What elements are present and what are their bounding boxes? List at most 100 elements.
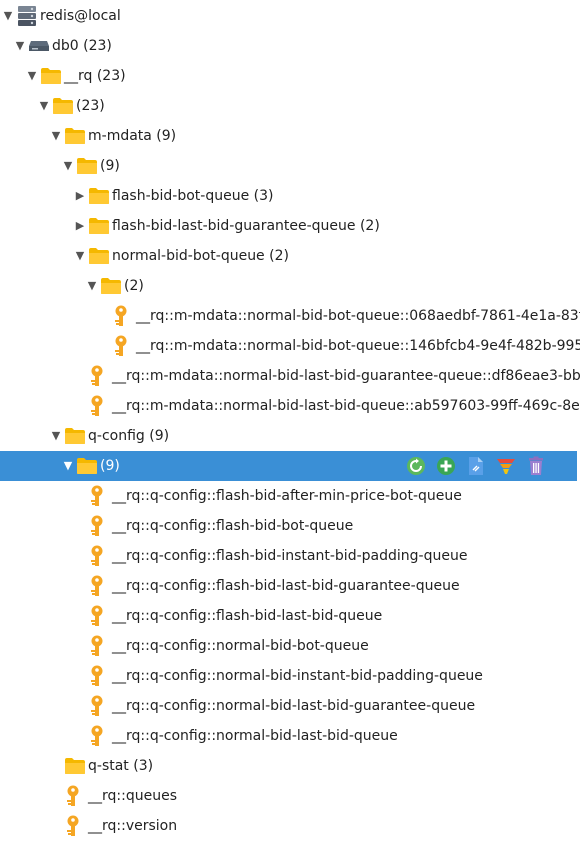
key-icon xyxy=(64,781,82,811)
key-icon xyxy=(88,691,106,721)
folder-icon xyxy=(100,271,122,301)
folder-icon xyxy=(76,451,98,481)
key-icon xyxy=(88,721,106,751)
expand-arrow-down-icon[interactable]: ▼ xyxy=(2,10,14,22)
folder-icon xyxy=(64,121,86,151)
redis-key-tree[interactable]: ▼ redis@local ▼ db0 (23) ▼ __rq (23) ▼ (23) ▼ m-m… xyxy=(0,0,580,845)
tree-key-row[interactable]: __rq::m-mdata::normal-bid-last-bid-queue… xyxy=(0,391,580,421)
tree-folder-row[interactable]: ▼ __rq (23) xyxy=(0,61,580,91)
tree-folder-row[interactable]: ▼ m-mdata (9) xyxy=(0,121,580,151)
key-icon xyxy=(64,811,82,841)
filter-icon[interactable] xyxy=(495,455,517,477)
tree-key-row[interactable]: __rq::q-config::flash-bid-last-bid-guara… xyxy=(0,571,580,601)
key-icon xyxy=(88,391,106,421)
tree-node-label: __rq::queues xyxy=(88,788,177,804)
tree-folder-row[interactable]: ▼ (23) xyxy=(0,91,580,121)
tree-folder-row[interactable]: ▼ redis@local xyxy=(0,1,580,31)
expand-arrow-down-icon[interactable]: ▼ xyxy=(86,280,98,292)
reload-icon[interactable] xyxy=(405,455,427,477)
tree-folder-row[interactable]: q-stat (3) xyxy=(0,751,580,781)
tree-node-label: __rq::version xyxy=(88,818,178,834)
key-icon xyxy=(88,361,106,391)
folder-icon xyxy=(64,751,86,781)
expand-arrow-right-icon[interactable]: ▶ xyxy=(74,220,86,232)
tree-key-row[interactable]: __rq::q-config::flash-bid-instant-bid-pa… xyxy=(0,541,580,571)
key-icon xyxy=(112,301,130,331)
tree-folder-row[interactable]: ▼ db0 (23) xyxy=(0,31,580,61)
folder-icon xyxy=(52,91,74,121)
tree-key-row[interactable]: __rq::q-config::flash-bid-last-bid-queue xyxy=(0,601,580,631)
tree-node-label: __rq::q-config::flash-bid-last-bid-queue xyxy=(112,608,383,624)
expand-arrow-down-icon[interactable]: ▼ xyxy=(26,70,38,82)
tree-node-label: __rq::m-mdata::normal-bid-last-bid-queue… xyxy=(112,398,580,414)
expand-arrow-down-icon[interactable]: ▼ xyxy=(50,130,62,142)
expand-arrow-down-icon[interactable]: ▼ xyxy=(74,250,86,262)
tree-node-label: __rq::q-config::normal-bid-instant-bid-p… xyxy=(112,668,483,684)
tree-node-label: __rq::m-mdata::normal-bid-bot-queue::146… xyxy=(136,338,580,354)
tree-node-label: __rq::m-mdata::normal-bid-bot-queue::068… xyxy=(136,308,580,324)
tree-node-label: __rq::m-mdata::normal-bid-last-bid-guara… xyxy=(112,368,580,384)
tree-key-row[interactable]: __rq::q-config::normal-bid-last-bid-guar… xyxy=(0,691,580,721)
tree-node-label: redis@local xyxy=(40,8,121,24)
tree-key-row[interactable]: __rq::q-config::flash-bid-after-min-pric… xyxy=(0,481,580,511)
tree-node-label: (9) xyxy=(100,158,120,174)
tree-node-label: m-mdata (9) xyxy=(88,128,177,144)
expand-arrow-down-icon[interactable]: ▼ xyxy=(38,100,50,112)
tree-node-label: db0 (23) xyxy=(52,38,112,54)
tree-node-label: (23) xyxy=(76,98,105,114)
database-icon xyxy=(28,31,50,61)
tree-node-label: __rq (23) xyxy=(64,68,126,84)
tree-key-row[interactable]: __rq::m-mdata::normal-bid-last-bid-guara… xyxy=(0,361,580,391)
expand-arrow-down-icon[interactable]: ▼ xyxy=(62,460,74,472)
tree-folder-row[interactable]: ▼ (9) xyxy=(0,151,580,181)
tree-folder-row[interactable]: ▼ normal-bid-bot-queue (2) xyxy=(0,241,580,271)
tree-key-row[interactable]: __rq::q-config::normal-bid-instant-bid-p… xyxy=(0,661,580,691)
tree-node-label: flash-bid-bot-queue (3) xyxy=(112,188,274,204)
tree-node-label: __rq::q-config::flash-bid-after-min-pric… xyxy=(112,488,462,504)
tree-node-label: normal-bid-bot-queue (2) xyxy=(112,248,289,264)
tree-key-row[interactable]: __rq::m-mdata::normal-bid-bot-queue::068… xyxy=(0,301,580,331)
expand-arrow-down-icon[interactable]: ▼ xyxy=(14,40,26,52)
tree-node-label: (2) xyxy=(124,278,144,294)
tree-key-row[interactable]: __rq::queues xyxy=(0,781,580,811)
tree-node-label: (9) xyxy=(100,458,120,474)
tree-folder-row[interactable]: ▼ q-config (9) xyxy=(0,421,580,451)
tree-key-row[interactable]: __rq::q-config::flash-bid-bot-queue xyxy=(0,511,580,541)
folder-icon xyxy=(40,61,62,91)
tree-node-label: __rq::q-config::normal-bid-last-bid-guar… xyxy=(112,698,476,714)
tree-key-row[interactable]: __rq::version xyxy=(0,811,580,841)
tree-node-label: __rq::q-config::flash-bid-bot-queue xyxy=(112,518,354,534)
tree-node-label: q-config (9) xyxy=(88,428,170,444)
tree-key-row[interactable]: __rq::q-config::normal-bid-bot-queue xyxy=(0,631,580,661)
tree-node-label: __rq::q-config::flash-bid-instant-bid-pa… xyxy=(112,548,468,564)
tree-node-label: flash-bid-last-bid-guarantee-queue (2) xyxy=(112,218,380,234)
folder-icon xyxy=(88,211,110,241)
key-icon xyxy=(88,511,106,541)
key-icon xyxy=(88,601,106,631)
row-action-toolbar xyxy=(405,455,547,477)
tree-node-label: __rq::q-config::normal-bid-last-bid-queu… xyxy=(112,728,398,744)
add-icon[interactable] xyxy=(435,455,457,477)
key-icon xyxy=(88,541,106,571)
folder-icon xyxy=(76,151,98,181)
expand-arrow-right-icon[interactable]: ▶ xyxy=(74,190,86,202)
key-icon xyxy=(88,631,106,661)
tree-folder-row[interactable]: ▶ flash-bid-bot-queue (3) xyxy=(0,181,580,211)
key-icon xyxy=(88,481,106,511)
tree-folder-row[interactable]: ▶ flash-bid-last-bid-guarantee-queue (2) xyxy=(0,211,580,241)
key-icon xyxy=(88,571,106,601)
copy-file-icon[interactable] xyxy=(465,455,487,477)
server-icon xyxy=(16,1,38,31)
tree-node-label: q-stat (3) xyxy=(88,758,154,774)
key-icon xyxy=(88,661,106,691)
tree-folder-row[interactable]: ▼ (9) xyxy=(0,451,577,481)
folder-icon xyxy=(64,421,86,451)
folder-icon xyxy=(88,181,110,211)
trash-icon[interactable] xyxy=(525,455,547,477)
expand-arrow-down-icon[interactable]: ▼ xyxy=(62,160,74,172)
tree-node-label: __rq::q-config::normal-bid-bot-queue xyxy=(112,638,369,654)
tree-key-row[interactable]: __rq::m-mdata::normal-bid-bot-queue::146… xyxy=(0,331,580,361)
tree-folder-row[interactable]: ▼ (2) xyxy=(0,271,580,301)
expand-arrow-down-icon[interactable]: ▼ xyxy=(50,430,62,442)
tree-key-row[interactable]: __rq::q-config::normal-bid-last-bid-queu… xyxy=(0,721,580,751)
